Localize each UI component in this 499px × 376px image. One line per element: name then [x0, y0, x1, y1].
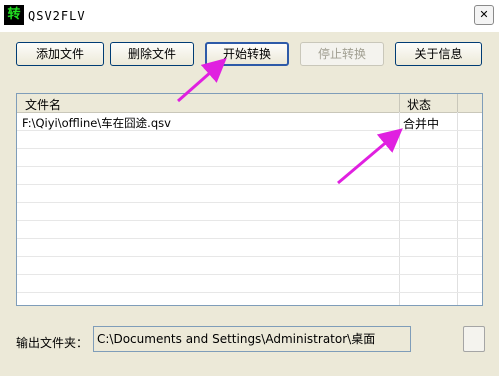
arrow-to-start-button: [177, 58, 227, 103]
annotation-arrows: [177, 58, 403, 185]
arrow-to-status: [337, 128, 403, 185]
